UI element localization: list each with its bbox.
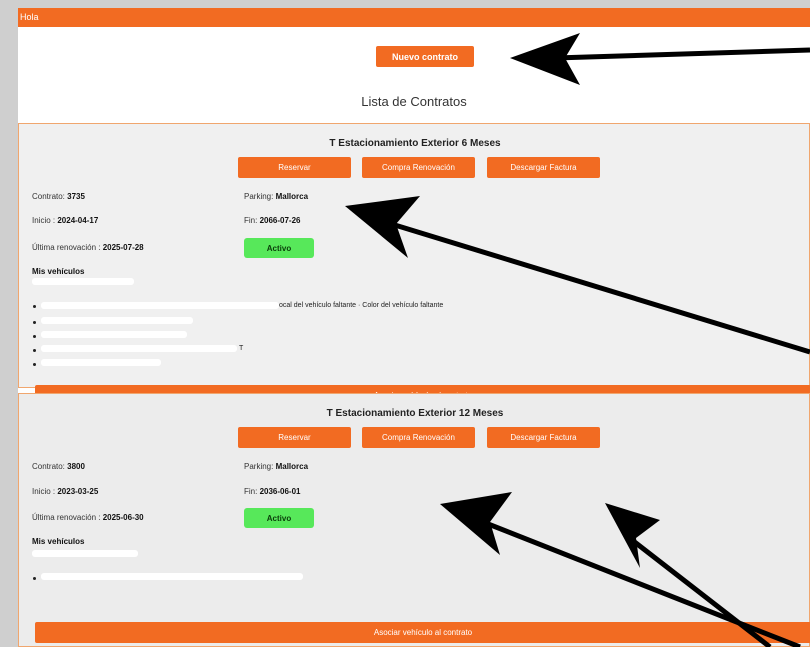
contract-number: Contrato: 3735 xyxy=(32,192,85,201)
redacted-text xyxy=(32,278,134,285)
list-bullet xyxy=(33,321,36,324)
last-renewal: Última renovación : 2025-06-30 xyxy=(32,513,144,522)
reserve-button[interactable]: Reservar xyxy=(238,157,351,178)
end-label: Fin: xyxy=(244,216,260,225)
status-badge: Activo xyxy=(244,508,314,528)
download-invoice-button[interactable]: Descargar Factura xyxy=(487,427,600,448)
redacted-text xyxy=(41,359,161,366)
redacted-text xyxy=(41,302,279,309)
end-label: Fin: xyxy=(244,487,260,496)
start-value: 2023-03-25 xyxy=(57,487,99,496)
app-frame: Hola Nuevo contrato Lista de Contratos T… xyxy=(18,8,810,647)
vehicle-text: T xyxy=(239,345,244,352)
contract-number-value: 3800 xyxy=(67,462,85,471)
contract-title: T Estacionamiento Exterior 6 Meses xyxy=(329,138,501,149)
start-value: 2024-04-17 xyxy=(57,216,99,225)
parking-value: Mallorca xyxy=(275,462,309,471)
end-date: Fin: 2036-06-01 xyxy=(244,487,300,496)
start-label: Inicio : xyxy=(32,487,58,496)
last-renewal-value: 2025-06-30 xyxy=(102,513,144,522)
list-bullet xyxy=(33,349,36,352)
end-date: Fin: 2066-07-26 xyxy=(244,216,300,225)
page-title: Lista de Contratos xyxy=(361,94,467,109)
top-bar: Hola xyxy=(18,8,810,27)
redacted-text xyxy=(41,317,193,324)
redacted-text xyxy=(32,550,138,557)
new-contract-button[interactable]: Nuevo contrato xyxy=(376,46,474,67)
reserve-button[interactable]: Reservar xyxy=(238,427,351,448)
last-renewal-value: 2025-07-28 xyxy=(102,243,144,252)
contract-number-value: 3735 xyxy=(67,192,85,201)
vehicles-heading: Mis vehículos xyxy=(32,537,85,546)
start-label: Inicio : xyxy=(32,216,58,225)
list-bullet xyxy=(33,305,36,308)
renewal-button[interactable]: Compra Renovación xyxy=(362,427,475,448)
contract-number: Contrato: 3800 xyxy=(32,462,85,471)
parking-label: Parking: xyxy=(244,462,276,471)
parking-field: Parking: Mallorca xyxy=(244,462,308,471)
vehicles-heading: Mis vehículos xyxy=(32,267,85,276)
list-bullet xyxy=(33,577,36,580)
start-date: Inicio : 2024-04-17 xyxy=(32,216,98,225)
list-bullet xyxy=(33,335,36,338)
download-invoice-button[interactable]: Descargar Factura xyxy=(487,157,600,178)
redacted-text xyxy=(41,345,237,352)
greeting-text: Hola xyxy=(20,12,39,22)
renewal-button[interactable]: Compra Renovación xyxy=(362,157,475,178)
contract-number-label: Contrato: xyxy=(32,462,68,471)
contract-card: T Estacionamiento Exterior 6 Meses Reser… xyxy=(18,123,810,406)
contract-number-label: Contrato: xyxy=(32,192,68,201)
parking-value: Mallorca xyxy=(275,192,309,201)
vehicle-text: ocal del vehículo faltante · Color del v… xyxy=(279,302,444,309)
last-renewal-label: Última renovación : xyxy=(32,243,103,252)
associate-vehicle-button[interactable]: Asociar vehículo al contrato xyxy=(35,622,810,643)
status-badge: Activo xyxy=(244,238,314,258)
end-value: 2066-07-26 xyxy=(259,216,301,225)
redacted-text xyxy=(41,573,303,580)
parking-label: Parking: xyxy=(244,192,276,201)
contract-card: T Estacionamiento Exterior 12 Meses Rese… xyxy=(18,393,810,647)
end-value: 2036-06-01 xyxy=(259,487,301,496)
contract-title: T Estacionamiento Exterior 12 Meses xyxy=(326,408,504,419)
parking-field: Parking: Mallorca xyxy=(244,192,308,201)
start-date: Inicio : 2023-03-25 xyxy=(32,487,98,496)
last-renewal-label: Última renovación : xyxy=(32,513,103,522)
last-renewal: Última renovación : 2025-07-28 xyxy=(32,243,144,252)
redacted-text xyxy=(41,331,187,338)
list-bullet xyxy=(33,363,36,366)
